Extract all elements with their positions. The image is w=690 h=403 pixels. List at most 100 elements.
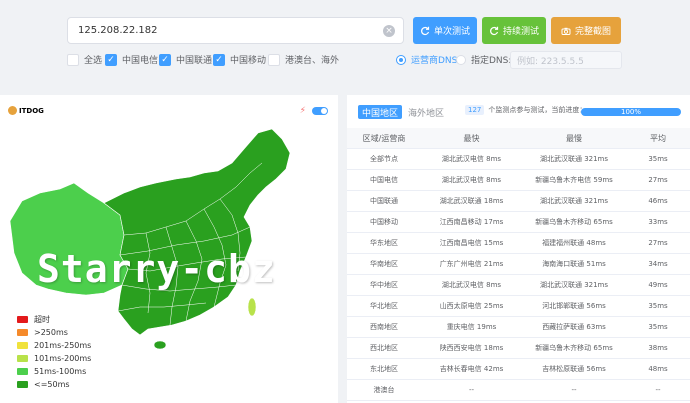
dns-placeholder: 例如: 223.5.5.5	[517, 56, 584, 67]
ip-input[interactable]: 125.208.22.182 ×	[67, 17, 404, 44]
table-cell: 广东广州电信 21ms	[439, 260, 504, 268]
table-cell: 吉林松原联通 56ms	[542, 365, 606, 373]
table-cell: 华北地区	[370, 302, 398, 310]
legend-swatch	[17, 355, 28, 362]
table-cell: 新疆乌鲁木齐移动 65ms	[535, 344, 613, 352]
legend-label: >250ms	[34, 328, 68, 337]
map-region-hainan	[153, 340, 167, 350]
table-cell: 34ms	[648, 260, 668, 268]
checkbox[interactable]	[67, 53, 79, 66]
table-cell: 西藏拉萨联通 63ms	[542, 323, 606, 331]
tab-overseas[interactable]: 海外地区	[404, 105, 448, 119]
header-slowest: 最慢	[566, 133, 582, 143]
table-cell: 湖北武汉电信 8ms	[441, 281, 502, 289]
table-cell: 48ms	[648, 365, 668, 373]
legend-swatch	[17, 316, 28, 323]
table-cell: 全部节点	[370, 155, 398, 163]
table-cell: 海南海口联通 51ms	[542, 260, 606, 268]
table-cell: 华中地区	[370, 281, 398, 289]
legend-label: 101ms-200ms	[34, 354, 92, 363]
dns-input[interactable]: 例如: 223.5.5.5	[510, 51, 622, 69]
table-cell: 山西太原电信 25ms	[439, 302, 504, 310]
itdog-logo: ITDOG	[8, 106, 44, 115]
table-cell: 西南地区	[370, 323, 398, 331]
table-cell: 中国移动	[370, 218, 398, 226]
checkbox-checked[interactable]: ✓	[159, 53, 171, 66]
filter-label: 中国联通	[176, 56, 213, 66]
legend-swatch	[17, 368, 28, 375]
tab-china[interactable]: 中国地区	[358, 105, 403, 119]
toggle-switch[interactable]	[312, 107, 328, 115]
single-test-button[interactable]: 单次测试	[413, 17, 477, 44]
map-region-taiwan	[247, 297, 257, 317]
monitor-count: 127	[465, 105, 485, 115]
table-row: 华中地区 湖北武汉电信 8ms 湖北武汉联通 321ms 49ms	[347, 275, 690, 296]
table-row: 全部节点 湖北武汉电信 8ms 湖北武汉联通 321ms 35ms	[347, 149, 690, 170]
table-cell: 陕西西安电信 18ms	[439, 344, 504, 352]
table-cell: 湖北武汉联通 321ms	[539, 155, 609, 163]
filter-unicom[interactable]: ✓ 中国联通	[159, 53, 212, 66]
header-fastest: 最快	[463, 133, 480, 143]
map-legend: 超时 >250ms 201ms-250ms 101ms-200ms 51ms-1…	[17, 313, 91, 391]
table-cell: 湖北武汉电信 8ms	[441, 155, 502, 163]
table-row: 港澳台 -- -- --	[347, 380, 690, 401]
table-cell: 华南地区	[370, 260, 398, 268]
header-region: 区域/运营商	[362, 133, 406, 143]
table-cell: 27ms	[648, 239, 668, 247]
legend-swatch	[17, 342, 28, 349]
progress-label: 100%	[620, 108, 641, 116]
header-average: 平均	[650, 133, 666, 143]
results-table: 区域/运营商 最快 最慢 平均 全部节点 湖北武汉电信 8ms 湖北武汉联通 321…	[347, 128, 690, 401]
filter-label: 中国移动	[230, 56, 267, 66]
radio-unselected[interactable]	[456, 54, 466, 65]
legend-item: 51ms-100ms	[17, 365, 91, 378]
checkbox-checked[interactable]: ✓	[213, 53, 225, 66]
legend-swatch	[17, 381, 28, 388]
filter-label: 全选	[84, 56, 103, 66]
camera-icon	[561, 27, 571, 35]
refresh-icon	[490, 26, 499, 35]
table-row: 东北地区 吉林长春电信 42ms 吉林松原联通 56ms 48ms	[347, 359, 690, 380]
clear-icon[interactable]: ×	[383, 25, 395, 37]
continuous-test-button[interactable]: 持续测试	[482, 17, 546, 44]
checkbox-checked[interactable]: ✓	[105, 53, 117, 66]
watermark-text: Starry-cbz	[37, 247, 276, 291]
table-cell: --	[571, 386, 577, 394]
legend-label: 51ms-100ms	[34, 367, 87, 376]
legend-item: >250ms	[17, 326, 91, 339]
filter-label: 中国电信	[122, 56, 159, 66]
filter-telecom[interactable]: ✓ 中国电信	[105, 53, 158, 66]
table-cell: 湖北武汉联通 321ms	[539, 197, 609, 205]
legend-item: 101ms-200ms	[17, 352, 91, 365]
radio-label: 运营商DNS	[411, 56, 458, 66]
table-cell: 江西南昌移动 17ms	[439, 218, 504, 226]
table-body: 全部节点 湖北武汉电信 8ms 湖北武汉联通 321ms 35ms 中国电信 湖北武汉电信…	[347, 149, 690, 401]
screenshot-button[interactable]: 完整截图	[551, 17, 621, 44]
table-cell: 46ms	[648, 197, 668, 205]
radio-label: 指定DNS:	[471, 56, 512, 66]
table-row: 华北地区 山西太原电信 25ms 河北邯郸联通 56ms 35ms	[347, 296, 690, 317]
radio-selected[interactable]	[396, 54, 406, 65]
table-cell: --	[468, 386, 475, 394]
legend-label: 201ms-250ms	[34, 341, 92, 350]
radio-custom-dns[interactable]: 指定DNS:	[456, 53, 511, 66]
table-row: 华东地区 江西南昌电信 15ms 福建福州联通 48ms 27ms	[347, 233, 690, 254]
table-cell: 中国联通	[370, 197, 398, 205]
checkbox[interactable]	[268, 53, 280, 66]
table-cell: 中国电信	[370, 176, 398, 184]
legend-label: <=50ms	[34, 380, 70, 389]
screenshot-label: 完整截图	[574, 27, 611, 37]
results-panel: 中国地区 海外地区 127 个监测点参与测试，当前进度： 100% 区域/运营商…	[347, 95, 690, 403]
map-toggle[interactable]: ⚡	[300, 106, 328, 116]
legend-item: 201ms-250ms	[17, 339, 91, 352]
legend-item: 超时	[17, 313, 91, 326]
filter-label: 港澳台、海外	[285, 56, 340, 66]
monitor-info: 127 个监测点参与测试，当前进度：	[465, 105, 586, 115]
filter-overseas[interactable]: 港澳台、海外	[268, 53, 339, 66]
table-cell: 西北地区	[370, 344, 398, 352]
filter-mobile[interactable]: ✓ 中国移动	[213, 53, 266, 66]
table-row: 中国移动 江西南昌移动 17ms 新疆乌鲁木齐移动 65ms 33ms	[347, 212, 690, 233]
table-cell: 湖北武汉联通 18ms	[439, 197, 504, 205]
filter-select-all[interactable]: 全选	[67, 53, 102, 66]
radio-carrier-dns[interactable]: 运营商DNS	[396, 53, 457, 66]
